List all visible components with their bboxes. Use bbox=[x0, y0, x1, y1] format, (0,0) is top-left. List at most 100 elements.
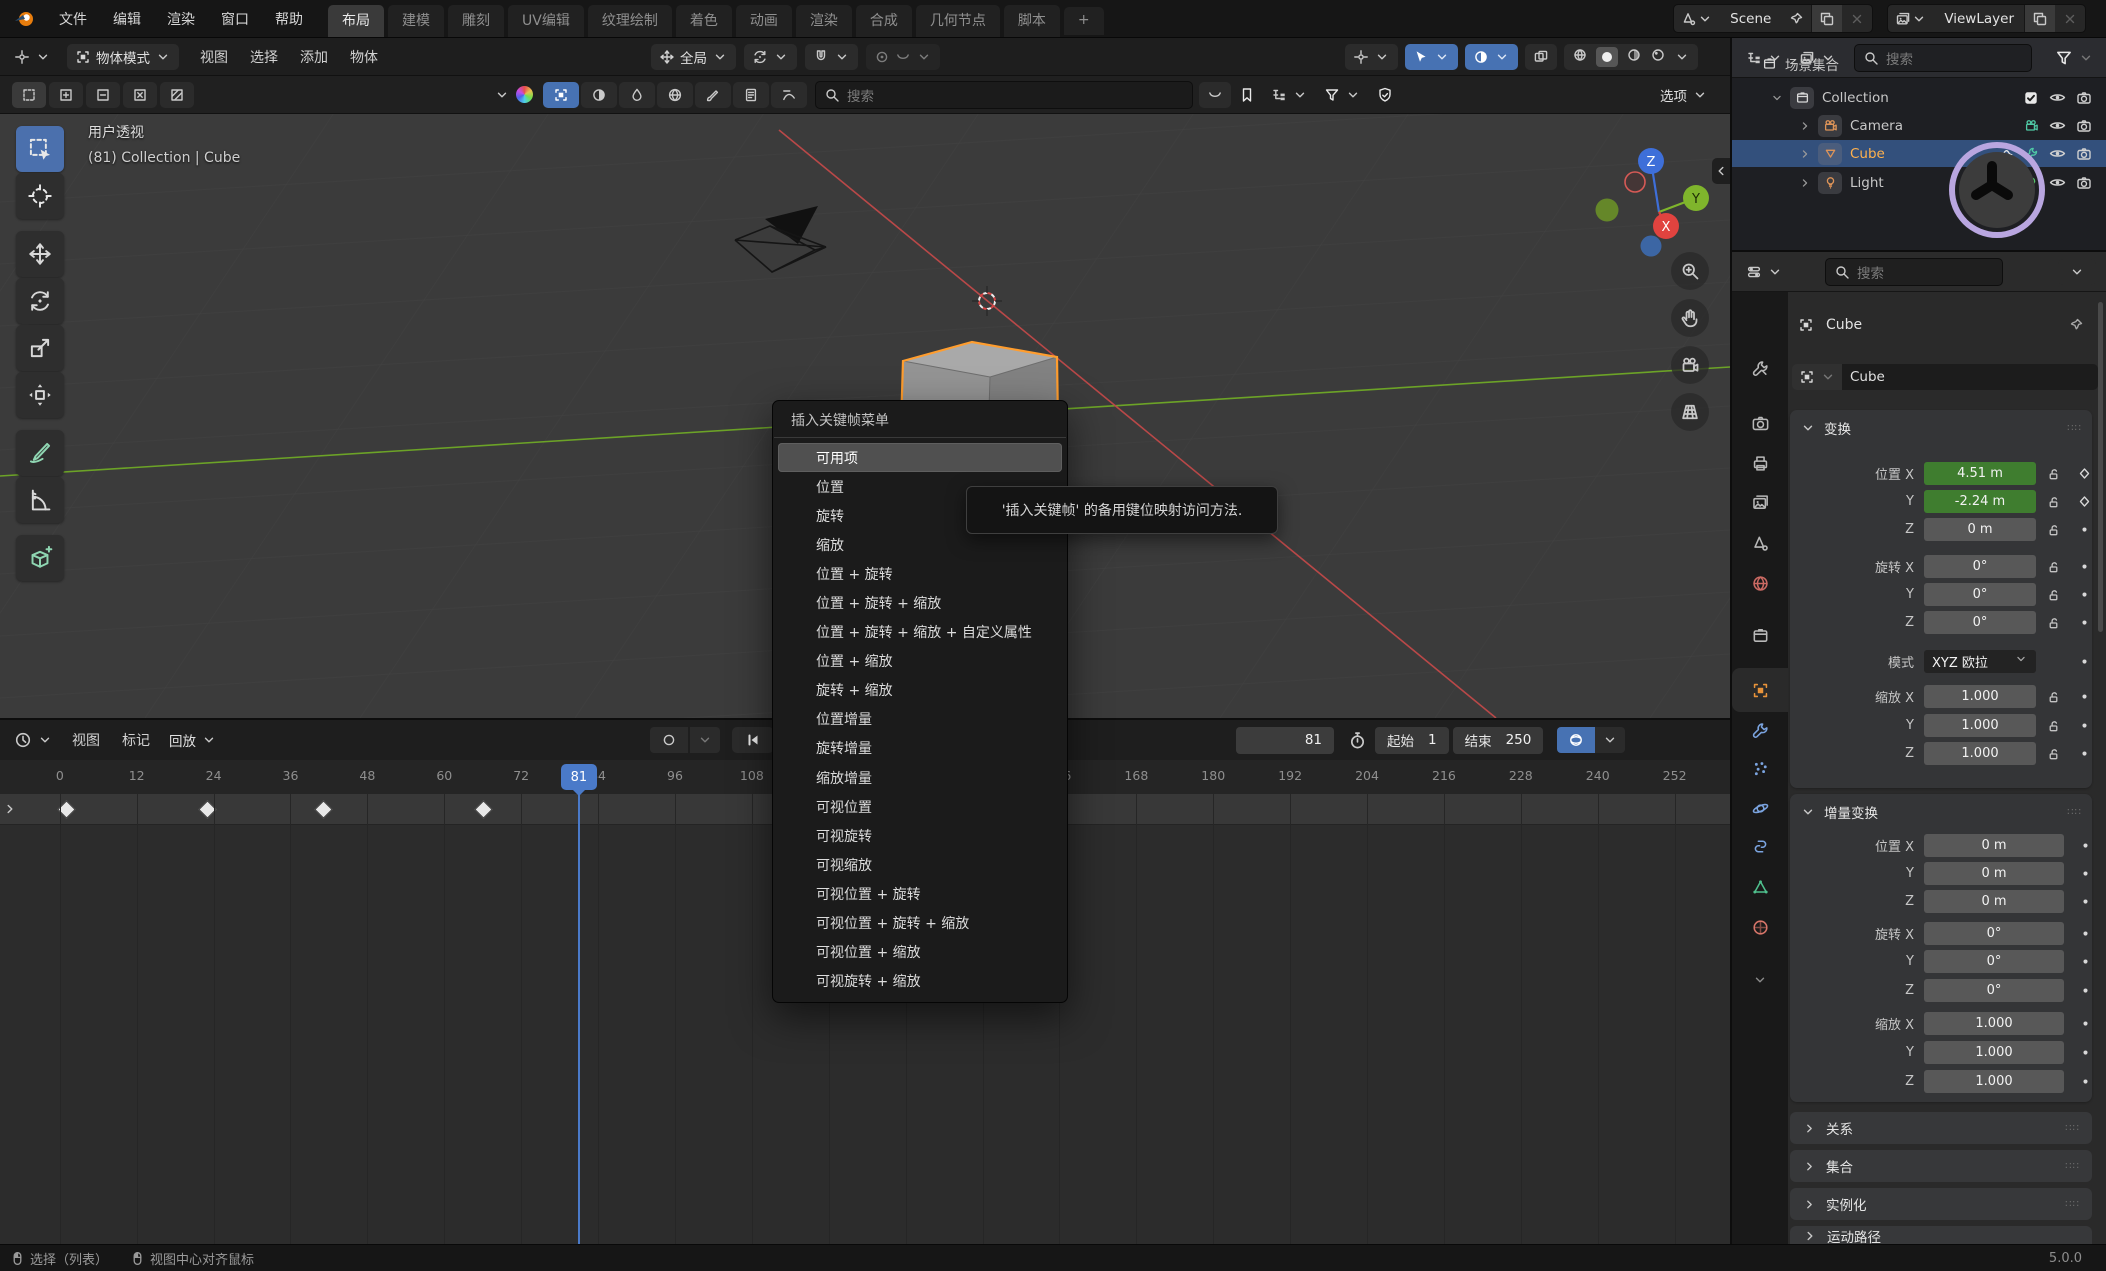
orientation-dropdown[interactable]: 全局 bbox=[651, 44, 736, 70]
tool-annotate[interactable] bbox=[16, 430, 64, 476]
filter-funnel-icon[interactable] bbox=[1316, 82, 1369, 108]
sync-sphere-toggle[interactable] bbox=[1557, 727, 1595, 753]
view-layer-icon[interactable] bbox=[1888, 5, 1934, 32]
viewport-menu-2[interactable]: 添加 bbox=[289, 47, 339, 67]
chevron-right-icon[interactable] bbox=[1798, 147, 1818, 161]
prop-value-field[interactable]: 0 m bbox=[1924, 834, 2064, 857]
properties-tab-object[interactable] bbox=[1732, 668, 1788, 712]
workspace-tab-7[interactable]: 渲染 bbox=[796, 5, 852, 37]
prop-value-field[interactable]: 1.000 bbox=[1924, 1012, 2064, 1035]
tool-transform[interactable] bbox=[16, 372, 64, 418]
lock-open-icon[interactable] bbox=[2046, 522, 2061, 537]
prop-value-field[interactable]: 0 m bbox=[1924, 862, 2064, 885]
prop-value-field[interactable]: 4.51 m bbox=[1924, 462, 2036, 485]
frame-start-field[interactable]: 起始1 bbox=[1375, 727, 1449, 754]
prop-value-field[interactable]: -2.24 m bbox=[1924, 490, 2036, 513]
properties-tab-tool[interactable] bbox=[1732, 348, 1788, 388]
shield-icon[interactable] bbox=[1369, 82, 1401, 108]
filter-page-button[interactable] bbox=[733, 82, 769, 108]
playhead-frame-tag[interactable]: 81 bbox=[561, 764, 597, 790]
select-mode-subtract-button[interactable] bbox=[86, 82, 120, 108]
keyframe-menu-item-12[interactable]: 可视位置 bbox=[773, 792, 1067, 821]
material-ball-icon[interactable] bbox=[516, 86, 533, 103]
keyframe-dot-icon[interactable] bbox=[2077, 522, 2092, 537]
chevron-right-icon[interactable] bbox=[1798, 119, 1818, 133]
outliner-row-Camera[interactable]: Camera bbox=[1732, 112, 2106, 139]
region-collapse-arrow[interactable] bbox=[1712, 158, 1730, 184]
filter-shading-button[interactable] bbox=[581, 82, 617, 108]
keyframe-diamond-frame-66[interactable] bbox=[474, 800, 492, 818]
keyframe-dot-icon[interactable] bbox=[2077, 746, 2092, 761]
view-layer-copy-button[interactable] bbox=[2024, 5, 2055, 32]
snap-region-toggle[interactable] bbox=[1525, 44, 1557, 70]
keyframe-dot-icon[interactable] bbox=[2078, 838, 2093, 853]
topbar-menu-0[interactable]: 文件 bbox=[46, 0, 100, 38]
tool-rotate[interactable] bbox=[16, 278, 64, 324]
scene-icon[interactable] bbox=[1674, 5, 1720, 32]
properties-tab-particles[interactable] bbox=[1732, 748, 1788, 788]
properties-editor-type-button[interactable] bbox=[1738, 259, 1791, 285]
blender-logo-icon[interactable] bbox=[10, 4, 40, 34]
workspace-tab-3[interactable]: UV编辑 bbox=[508, 5, 584, 37]
keyframe-dot-icon[interactable] bbox=[2078, 926, 2093, 941]
panel-grip[interactable]: ∷∷ bbox=[2067, 423, 2082, 434]
playback-menu[interactable]: 回放 bbox=[161, 727, 225, 753]
panel-grip[interactable]: ∷∷ bbox=[2067, 807, 2082, 818]
lock-open-icon[interactable] bbox=[2046, 494, 2061, 509]
keyframe-dot-icon[interactable] bbox=[2077, 718, 2092, 733]
keyframe-dot-icon[interactable] bbox=[2077, 587, 2092, 602]
topbar-menu-2[interactable]: 渲染 bbox=[154, 0, 208, 38]
pivot-dropdown[interactable] bbox=[744, 44, 797, 70]
properties-search-input[interactable]: 搜索 bbox=[1825, 258, 2003, 286]
tool-measure[interactable] bbox=[16, 477, 64, 523]
channel-expander-icon[interactable] bbox=[2, 801, 18, 817]
keyframe-menu-item-6[interactable]: 位置 + 旋转 + 缩放 + 自定义属性 bbox=[773, 618, 1067, 647]
keyframe-dot-icon[interactable] bbox=[2078, 1074, 2093, 1089]
keyframe-menu-item-8[interactable]: 旋转 + 缩放 bbox=[773, 676, 1067, 705]
outliner-item-label[interactable]: Collection bbox=[1822, 90, 1889, 106]
prop-value-field[interactable]: 0 m bbox=[1924, 518, 2036, 541]
prop-value-field[interactable]: 0° bbox=[1924, 555, 2036, 578]
keyframe-menu-item-0[interactable]: 可用项 bbox=[778, 443, 1062, 472]
keyframe-menu-item-11[interactable]: 缩放增量 bbox=[773, 763, 1067, 792]
scene-name[interactable]: Scene bbox=[1720, 11, 1781, 27]
prop-value-field[interactable]: 0 m bbox=[1924, 890, 2064, 913]
properties-tabs-more-icon[interactable] bbox=[1732, 960, 1788, 1000]
timeline-menu-0[interactable]: 视图 bbox=[61, 730, 111, 750]
stopwatch-icon[interactable] bbox=[1348, 731, 1367, 750]
lock-open-icon[interactable] bbox=[2046, 718, 2061, 733]
outliner-row-Collection[interactable]: Collection bbox=[1732, 84, 2106, 111]
view-layer-name[interactable]: ViewLayer bbox=[1934, 11, 2024, 27]
proportional-editing-toggle[interactable] bbox=[866, 44, 940, 70]
viewport-menu-0[interactable]: 视图 bbox=[189, 47, 239, 67]
keyframe-dot-icon[interactable] bbox=[2078, 866, 2093, 881]
camera-icon[interactable] bbox=[2076, 146, 2092, 162]
current-frame-field[interactable]: 81 bbox=[1236, 727, 1334, 754]
keyframe-dot-icon[interactable] bbox=[2077, 654, 2092, 669]
keyframe-menu-item-10[interactable]: 旋转增量 bbox=[773, 734, 1067, 763]
properties-options-dropdown[interactable] bbox=[2058, 259, 2096, 285]
topbar-menu-1[interactable]: 编辑 bbox=[100, 0, 154, 38]
tool-select-box[interactable] bbox=[16, 126, 64, 172]
keyframe-menu-item-13[interactable]: 可视旋转 bbox=[773, 821, 1067, 850]
keyframe-dot-icon[interactable] bbox=[2078, 894, 2093, 909]
topbar-menu-3[interactable]: 窗口 bbox=[208, 0, 262, 38]
mode-dropdown[interactable]: 物体模式 bbox=[67, 44, 179, 70]
select-mode-extend-button[interactable] bbox=[49, 82, 83, 108]
view-layer-selector[interactable]: ViewLayer bbox=[1887, 4, 2086, 33]
properties-tab-collection[interactable] bbox=[1732, 615, 1788, 655]
collapsed-panel-实例化[interactable]: 实例化∷∷ bbox=[1790, 1188, 2092, 1220]
tool-move[interactable] bbox=[16, 231, 64, 277]
select-mode-new-button[interactable] bbox=[12, 82, 46, 108]
properties-tab-material[interactable] bbox=[1732, 907, 1788, 947]
shading-solid-button[interactable] bbox=[1596, 47, 1618, 67]
shading-wireframe-button[interactable] bbox=[1572, 47, 1588, 67]
collapsed-panel-集合[interactable]: 集合∷∷ bbox=[1790, 1150, 2092, 1182]
camera-icon[interactable] bbox=[2076, 175, 2092, 191]
transform-panel-header[interactable]: 变换 ∷∷ bbox=[1790, 410, 2092, 444]
eye-icon[interactable] bbox=[2049, 89, 2066, 106]
prop-value-field[interactable]: 1.000 bbox=[1924, 714, 2036, 737]
tool-search-input[interactable]: 搜索 bbox=[815, 81, 1193, 109]
properties-tab-physics[interactable] bbox=[1732, 788, 1788, 828]
filter-paint-button[interactable] bbox=[695, 82, 731, 108]
